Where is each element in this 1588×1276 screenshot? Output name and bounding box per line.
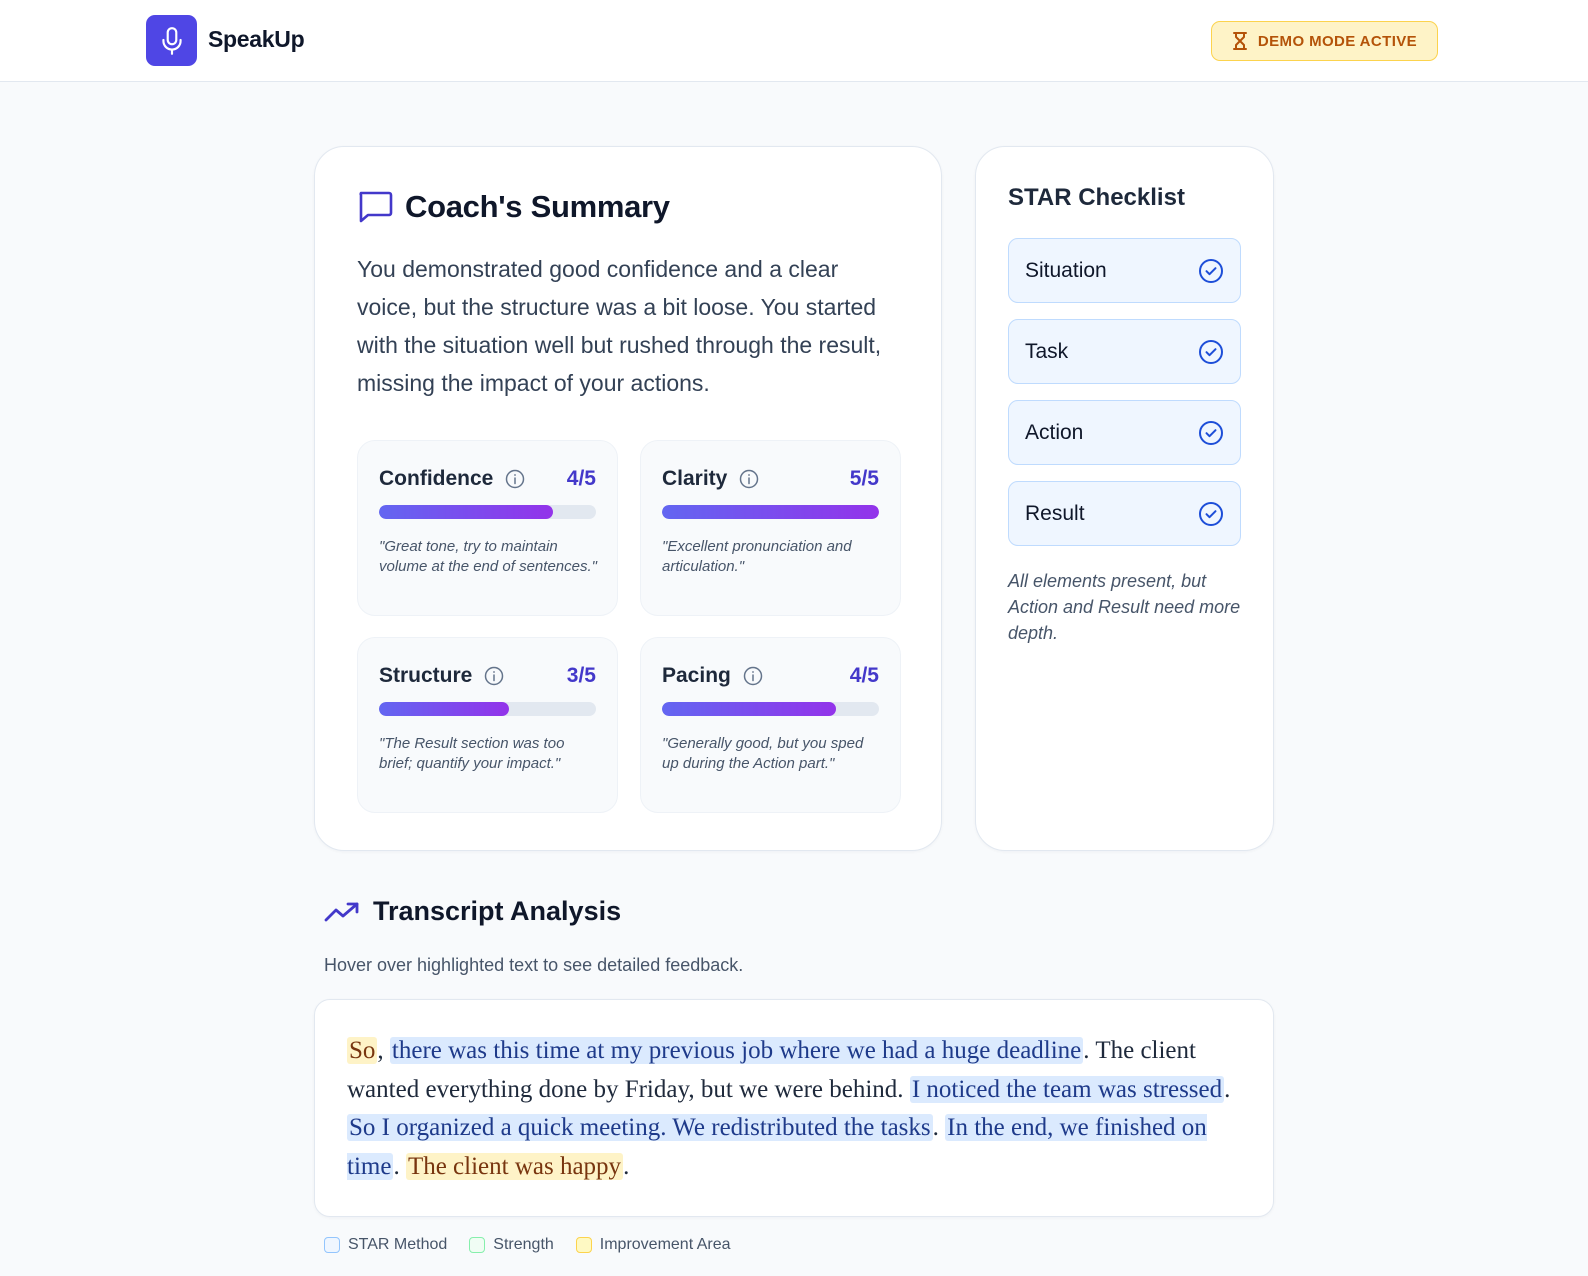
transcript-plain: . — [393, 1152, 406, 1180]
transcript-title: Transcript Analysis — [373, 896, 622, 926]
info-icon[interactable] — [739, 469, 759, 489]
legend-swatch — [575, 1237, 592, 1253]
legend-item-improvement: Improvement Area — [575, 1236, 731, 1254]
progress-bar — [379, 702, 596, 716]
summary-title: Coach's Summary — [405, 189, 670, 224]
highlight-legend: STAR Method Strength Improvement Area — [324, 1236, 731, 1254]
brand-name[interactable]: SpeakUp — [208, 26, 305, 53]
progress-fill — [379, 505, 553, 519]
legend-label: Strength — [493, 1236, 554, 1253]
metric-name: Clarity — [662, 467, 728, 490]
transcript-plain: . — [1224, 1075, 1231, 1103]
highlight-improvement[interactable]: So — [347, 1037, 378, 1064]
metric-card-structure[interactable]: Structure 3/5 "The Result section was to… — [357, 637, 618, 813]
metric-name: Confidence — [379, 467, 494, 490]
legend-swatch — [324, 1237, 340, 1253]
check-circle-icon — [1198, 258, 1224, 284]
highlight-star[interactable]: there was this time at my previous job w… — [389, 1037, 1084, 1064]
legend-item-star: STAR Method — [324, 1236, 447, 1254]
info-icon[interactable] — [484, 666, 504, 686]
metric-feedback: "Great tone, try to maintain volume at t… — [379, 538, 597, 575]
star-item-situation[interactable]: Situation — [1008, 238, 1241, 303]
star-item-label: Situation — [1025, 258, 1107, 282]
metric-card-clarity[interactable]: Clarity 5/5 "Excellent pronunciation and… — [640, 440, 901, 616]
star-item-label: Task — [1025, 339, 1069, 363]
check-circle-icon — [1198, 501, 1224, 527]
top-bar: SpeakUp DEMO MODE ACTIVE — [0, 0, 1588, 82]
transcript-plain: . — [932, 1114, 946, 1141]
transcript-card: So, there was this time at my previous j… — [314, 999, 1274, 1217]
info-icon[interactable] — [743, 666, 763, 686]
highlight-star[interactable]: I noticed the team was stressed — [909, 1075, 1225, 1103]
star-item-result[interactable]: Result — [1008, 481, 1241, 546]
transcript-hint: Hover over highlighted text to see detai… — [324, 955, 744, 975]
metric-score: 4/5 — [849, 664, 879, 687]
microphone-icon — [159, 26, 185, 56]
check-circle-icon — [1198, 420, 1224, 446]
metric-score: 3/5 — [566, 664, 596, 687]
progress-fill — [662, 702, 836, 716]
metric-feedback: "Generally good, but you sped up during … — [662, 735, 864, 772]
highlight-star[interactable]: So I organized a quick meeting. We redis… — [347, 1114, 933, 1141]
progress-bar — [662, 702, 879, 716]
coach-summary-card: Coach's Summary You demonstrated good co… — [314, 146, 942, 851]
check-circle-icon — [1198, 339, 1224, 365]
star-item-label: Result — [1025, 501, 1085, 525]
star-item-task[interactable]: Task — [1008, 319, 1241, 384]
star-item-action[interactable]: Action — [1008, 400, 1241, 465]
transcript-heading: Transcript Analysis — [324, 896, 621, 927]
trending-up-icon — [324, 900, 360, 924]
metric-name: Structure — [379, 664, 473, 687]
metric-card-confidence[interactable]: Confidence 4/5 "Great tone, try to maint… — [357, 440, 618, 616]
legend-item-strength: Strength — [469, 1236, 554, 1254]
legend-label: Improvement Area — [599, 1236, 731, 1253]
info-icon[interactable] — [505, 469, 525, 489]
metric-score: 5/5 — [849, 467, 879, 490]
star-checklist-title: STAR Checklist — [1008, 184, 1185, 211]
metric-name: Pacing — [662, 664, 731, 687]
metric-score: 4/5 — [566, 467, 596, 490]
legend-label: STAR Method — [348, 1236, 448, 1253]
highlight-improvement[interactable]: The client was happy — [405, 1152, 624, 1180]
transcript-plain: . — [623, 1152, 630, 1180]
metric-card-pacing[interactable]: Pacing 4/5 "Generally good, but you sped… — [640, 637, 901, 813]
demo-mode-label: DEMO MODE ACTIVE — [1257, 32, 1418, 50]
chat-bubble-icon — [357, 190, 393, 224]
demo-mode-badge: DEMO MODE ACTIVE — [1211, 21, 1438, 61]
hourglass-icon — [1232, 31, 1248, 51]
legend-swatch — [469, 1237, 486, 1253]
summary-text: You demonstrated good confidence and a c… — [357, 256, 882, 396]
progress-bar — [379, 505, 596, 519]
progress-fill — [379, 702, 510, 716]
star-checklist-note: All elements present, but Action and Res… — [1008, 571, 1241, 643]
transcript-plain: , — [377, 1037, 390, 1064]
metric-feedback: "The Result section was too brief; quant… — [379, 735, 565, 772]
summary-heading: Coach's Summary — [357, 189, 670, 225]
progress-bar — [662, 505, 879, 519]
star-item-label: Action — [1025, 420, 1084, 444]
logo[interactable] — [146, 15, 197, 66]
progress-fill — [662, 505, 879, 519]
metric-feedback: "Excellent pronunciation and articulatio… — [662, 538, 852, 575]
star-checklist-card: STAR Checklist Situation Task Action Res… — [975, 146, 1274, 851]
transcript-text: So, there was this time at my previous j… — [347, 1032, 1237, 1186]
